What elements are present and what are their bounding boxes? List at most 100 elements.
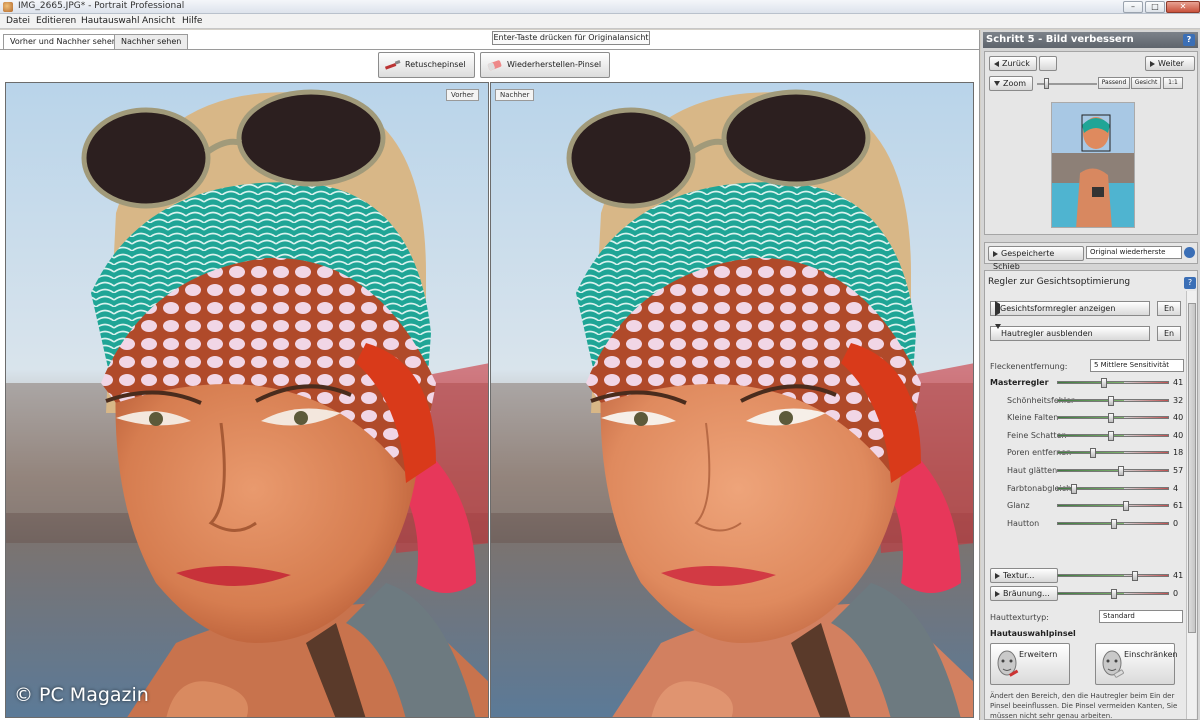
zoom-1to1-button[interactable]: 1:1	[1163, 77, 1183, 89]
texture-slider[interactable]	[1057, 571, 1169, 581]
brush-description: Ändert den Bereich, den die Hautregler b…	[990, 692, 1178, 720]
restore-brush-label: Wiederherstellen-Pinsel	[507, 60, 602, 69]
slider-value: 18	[1173, 448, 1184, 458]
dropdown-chevron-icon[interactable]	[1184, 247, 1195, 258]
tan-label: Bräunung...	[1003, 589, 1050, 598]
texture-toggle[interactable]: Textur...	[990, 568, 1058, 583]
skin-sliders-toggle[interactable]: Hautregler ausblenden	[990, 324, 1150, 341]
skin-slider[interactable]	[1057, 395, 1169, 406]
face-minus-icon	[1102, 650, 1124, 678]
close-button[interactable]: ✕	[1166, 1, 1200, 13]
face-shape-en-button[interactable]: En	[1157, 301, 1181, 316]
slider-value: 41	[1173, 378, 1184, 387]
slider-knob[interactable]	[1089, 448, 1096, 459]
help-icon[interactable]: ?	[1183, 34, 1195, 46]
slider-knob[interactable]	[1107, 395, 1114, 406]
expand-label: Erweitern	[1019, 650, 1058, 659]
skin-slider[interactable]	[1057, 483, 1169, 494]
after-image-pane[interactable]: Nachher	[490, 82, 974, 718]
arrow-right-icon	[993, 250, 998, 257]
slider-knob[interactable]	[1107, 430, 1114, 441]
saved-sliders-label: Gespeicherte Schieb	[993, 249, 1055, 271]
restrict-brush-button[interactable]: Einschränken	[1095, 643, 1178, 685]
zoom-face-button[interactable]: Gesicht	[1131, 77, 1161, 89]
title-bar: IMG_2665.JPG* - Portrait Professional – …	[0, 0, 1200, 14]
skin-slider[interactable]	[1057, 378, 1169, 388]
zoom-label: Zoom	[1003, 79, 1027, 88]
zoom-toggle[interactable]: Zoom	[989, 76, 1033, 91]
slider-knob[interactable]	[1111, 518, 1117, 529]
before-image-pane[interactable]: Vorher	[5, 82, 489, 718]
texture-slider-knob[interactable]	[1132, 571, 1139, 581]
skin-texture-dropdown[interactable]: Standard	[1099, 610, 1183, 623]
help-icon[interactable]: ?	[1184, 277, 1196, 289]
brush-icon	[384, 60, 401, 70]
tan-toggle[interactable]: Bräunung...	[990, 586, 1058, 601]
panel-scroll-thumb[interactable]	[1188, 303, 1196, 633]
window-title: IMG_2665.JPG* - Portrait Professional	[18, 1, 185, 11]
tan-value: 0	[1173, 589, 1179, 598]
tab-divider	[0, 49, 980, 50]
menu-hautauswahl[interactable]: Hautauswahl	[81, 16, 140, 26]
menu-hilfe[interactable]: Hilfe	[182, 16, 202, 26]
retouch-brush-button[interactable]: Retuschepinsel	[378, 52, 475, 78]
back-extra-button[interactable]	[1039, 56, 1057, 71]
navigator-box: Zurück Weiter Zoom Passend Gesicht 1:1	[984, 51, 1198, 235]
skin-slider[interactable]	[1057, 448, 1169, 459]
slider-knob[interactable]	[1101, 378, 1108, 388]
thumbnail-image	[1052, 103, 1134, 227]
slider-knob[interactable]	[1118, 466, 1125, 476]
menu-datei[interactable]: Datei	[6, 16, 30, 26]
slider-value: 32	[1173, 395, 1184, 405]
skin-slider[interactable]	[1057, 430, 1169, 441]
menu-bar: Datei Editieren Hautauswahl Ansicht Hilf…	[0, 14, 1200, 29]
tab-before-after[interactable]: Vorher und Nachher sehen	[3, 34, 124, 50]
zoom-fit-button[interactable]: Passend	[1098, 77, 1130, 89]
tab-after[interactable]: Nachher sehen	[114, 34, 189, 49]
skin-slider[interactable]	[1057, 518, 1169, 529]
slider-label: Glanz	[1007, 501, 1030, 511]
next-label: Weiter	[1158, 59, 1184, 68]
expand-brush-button[interactable]: Erweitern	[990, 643, 1070, 685]
spot-removal-dropdown[interactable]: 5 Mittlere Sensitivität	[1090, 359, 1184, 372]
slider-label: Hautton	[1007, 518, 1040, 528]
arrow-right-icon	[995, 572, 1000, 579]
slider-knob[interactable]	[1070, 483, 1077, 494]
next-button[interactable]: Weiter	[1145, 56, 1195, 71]
maximize-button[interactable]: □	[1145, 1, 1165, 13]
skin-slider[interactable]	[1057, 466, 1169, 476]
skin-en-button[interactable]: En	[1157, 326, 1181, 341]
menu-ansicht[interactable]: Ansicht	[142, 16, 175, 26]
navigator-thumbnail[interactable]	[1051, 102, 1135, 228]
saved-sliders-toggle[interactable]: Gespeicherte Schieb	[988, 246, 1084, 271]
step-title: Schritt 5 - Bild verbessern	[986, 34, 1134, 45]
panel-scrollbar[interactable]	[1186, 291, 1196, 719]
skin-slider[interactable]	[1057, 413, 1169, 424]
back-button[interactable]: Zurück	[989, 56, 1037, 71]
eraser-icon	[487, 60, 502, 71]
tan-slider[interactable]	[1057, 589, 1169, 599]
face-shape-label: Gesichtsformregler anzeigen	[1000, 304, 1116, 313]
regler-title: Regler zur Gesichtsoptimierung	[988, 277, 1131, 287]
after-portrait-image	[491, 83, 973, 717]
skin-texture-label: Hauttexturtyp:	[990, 613, 1049, 622]
tan-slider-knob[interactable]	[1111, 589, 1117, 599]
restore-brush-button[interactable]: Wiederherstellen-Pinsel	[480, 52, 611, 78]
menu-editieren[interactable]: Editieren	[36, 16, 76, 26]
slider-label: Masterregler	[990, 378, 1049, 387]
arrow-right-icon	[1150, 60, 1155, 67]
skin-slider[interactable]	[1057, 501, 1169, 512]
slider-knob[interactable]	[1122, 501, 1129, 512]
zoom-slider-knob[interactable]	[1044, 78, 1049, 89]
saved-sliders-dropdown[interactable]: Original wiederherste	[1086, 246, 1182, 259]
slider-knob[interactable]	[1107, 413, 1114, 424]
minimize-button[interactable]: –	[1123, 1, 1143, 13]
arrow-right-icon	[995, 590, 1000, 597]
restrict-label: Einschränken	[1124, 650, 1178, 659]
retouch-brush-label: Retuschepinsel	[405, 60, 466, 69]
arrow-left-icon	[994, 60, 999, 67]
face-shape-toggle[interactable]: Gesichtsformregler anzeigen	[990, 301, 1150, 316]
slider-value: 40	[1173, 413, 1184, 423]
texture-value: 41	[1173, 571, 1184, 580]
chevron-down-icon	[994, 81, 1000, 86]
